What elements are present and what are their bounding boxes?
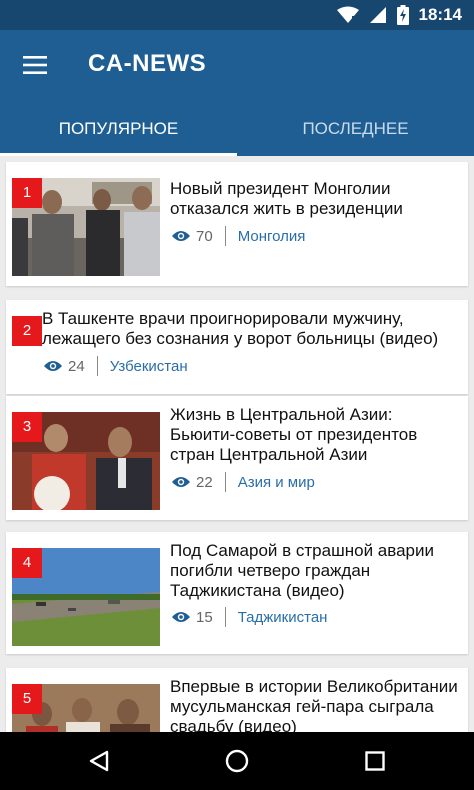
signal-icon — [369, 7, 386, 23]
rank-badge: 2 — [12, 316, 42, 346]
hamburger-menu-icon — [23, 56, 47, 74]
article-title[interactable]: Жизнь в Центральной Азии: Бьюити-советы … — [170, 405, 462, 465]
category-link[interactable]: Азия и мир — [238, 474, 315, 491]
meta-divider — [96, 356, 98, 376]
article-meta: 15 Таджикистан — [172, 606, 327, 628]
article-title[interactable]: В Ташкенте врачи проигнорировали мужчину… — [42, 309, 462, 349]
home-button[interactable] — [222, 746, 252, 776]
category-link[interactable]: Таджикистан — [238, 609, 328, 626]
category-link[interactable]: Монголия — [238, 228, 306, 245]
rank-badge: 1 — [12, 178, 42, 208]
category-link[interactable]: Узбекистан — [110, 358, 188, 375]
battery-charging-icon — [396, 5, 409, 25]
view-count: 70 — [196, 227, 213, 245]
rank-badge: 5 — [12, 684, 42, 714]
view-count: 15 — [196, 608, 213, 626]
news-card[interactable]: 4 Под Самарой в страшной аварии погибли … — [6, 532, 468, 654]
wifi-icon — [336, 6, 359, 23]
recents-square-icon — [365, 751, 385, 771]
article-meta: 22 Азия и мир — [172, 471, 315, 493]
eye-icon — [172, 231, 190, 241]
news-card[interactable]: 3 Жизнь в Центральной Азии: Бьюити-совет… — [6, 396, 468, 520]
news-card[interactable]: 5 Впервые в истории Великобритании мусул… — [6, 668, 468, 732]
system-navigation-bar — [0, 732, 474, 790]
rank-badge: 3 — [12, 412, 42, 442]
recents-button[interactable] — [360, 746, 390, 776]
view-count: 24 — [68, 357, 85, 375]
eye-icon — [44, 361, 62, 371]
menu-button[interactable] — [18, 48, 52, 82]
eye-icon — [172, 612, 190, 622]
tab-latest[interactable]: ПОСЛЕДНЕЕ — [237, 112, 474, 156]
back-triangle-icon — [89, 750, 109, 772]
article-meta: 24 Узбекистан — [44, 355, 188, 377]
back-button[interactable] — [84, 746, 114, 776]
view-count: 22 — [196, 473, 213, 491]
article-title[interactable]: Новый президент Монголии отказался жить … — [170, 179, 460, 219]
eye-icon — [172, 477, 190, 487]
home-circle-icon — [225, 749, 249, 773]
meta-divider — [224, 472, 226, 492]
rank-badge: 4 — [12, 548, 42, 578]
article-title[interactable]: Под Самарой в страшной аварии погибли че… — [170, 541, 460, 601]
app-title: CA-NEWS — [88, 50, 207, 77]
news-card[interactable]: 1 Новый президент Монголии отказался жит… — [6, 162, 468, 286]
app-bar: CA-NEWS ПОПУЛЯРНОЕ ПОСЛЕДНЕЕ — [0, 30, 474, 156]
status-bar: 18:14 — [0, 0, 474, 30]
article-title[interactable]: Впервые в истории Великобритании мусульм… — [170, 677, 462, 732]
tab-popular[interactable]: ПОПУЛЯРНОЕ — [0, 112, 237, 156]
meta-divider — [224, 226, 226, 246]
article-meta: 70 Монголия — [172, 225, 305, 247]
status-time: 18:14 — [418, 5, 462, 24]
news-card[interactable]: 2 В Ташкенте врачи проигнорировали мужчи… — [6, 300, 468, 394]
news-feed[interactable]: 1 Новый президент Монголии отказался жит… — [0, 156, 474, 732]
meta-divider — [224, 607, 226, 627]
status-icons: 18:14 — [336, 4, 462, 26]
